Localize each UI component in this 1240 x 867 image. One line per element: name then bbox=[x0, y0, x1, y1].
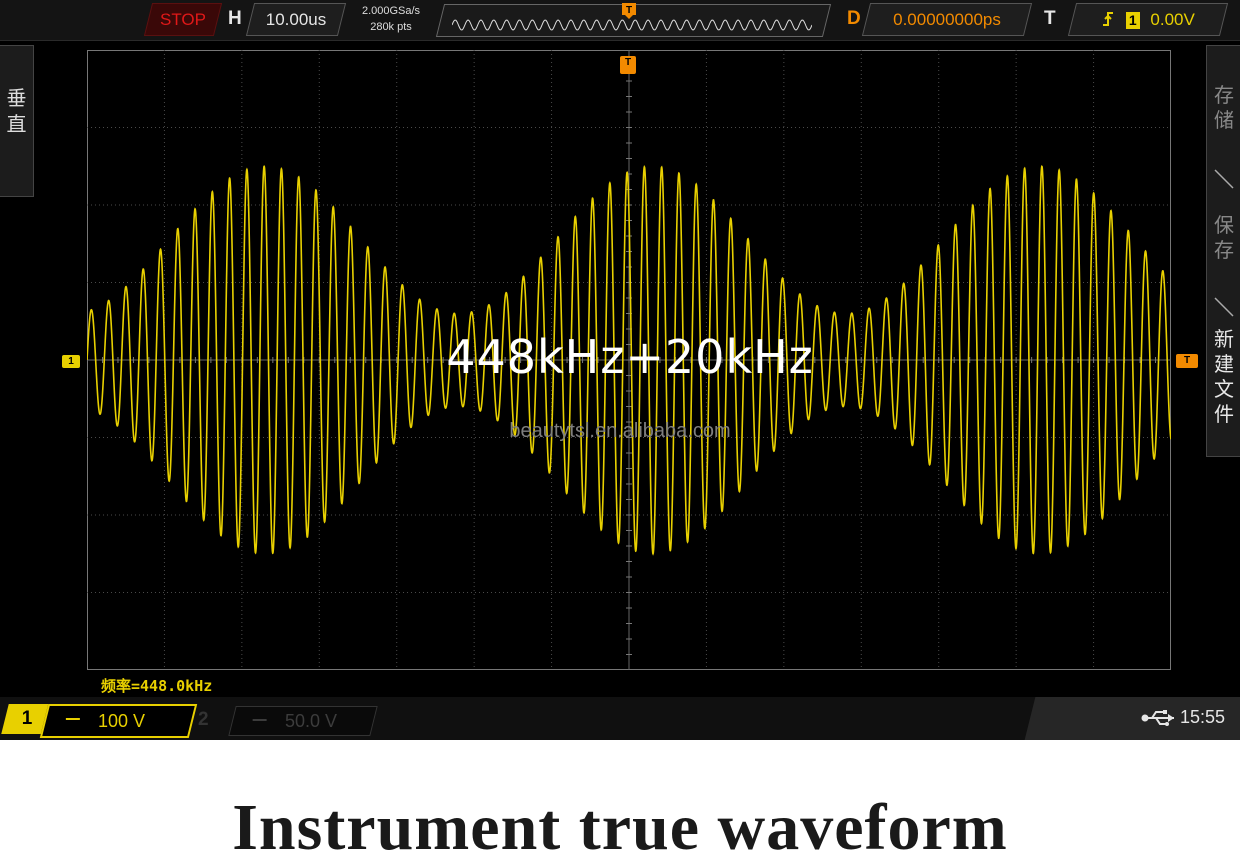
bottom-status-bar: 1 100 V 2 50.0 V 15:55 bbox=[0, 697, 1240, 740]
delay-label: D bbox=[847, 8, 861, 29]
trigger-position-icon: T bbox=[622, 3, 636, 19]
memory-depth: 280k pts bbox=[370, 21, 412, 33]
frequency-measurement: 频率=448.0kHz bbox=[101, 677, 213, 695]
run-state-label: STOP bbox=[160, 10, 206, 29]
timebase-field[interactable]: 10.00us bbox=[245, 3, 347, 36]
clock: 15:55 bbox=[1180, 707, 1226, 727]
menu-item-storage[interactable]: 存储 bbox=[1207, 84, 1240, 134]
top-status-bar: STOP H 10.00us 2.000GSa/s 280k pts T D 0… bbox=[0, 0, 1240, 41]
sample-rate: 2.000GSa/s bbox=[361, 5, 421, 17]
watermark: beautytsl.en.alibaba.com bbox=[509, 420, 731, 442]
menu-item-storage-label: 存储 bbox=[1214, 85, 1234, 132]
trigger-label: T bbox=[1044, 8, 1056, 29]
dc-coupling-icon bbox=[252, 719, 267, 726]
channel2-scale: 50.0 V bbox=[285, 711, 338, 731]
channel1-scale-field[interactable]: 100 V bbox=[39, 704, 198, 738]
delay-value: 0.00000000ps bbox=[893, 10, 1001, 29]
usb-icon bbox=[1141, 710, 1174, 726]
acquisition-info: 2.000GSa/s 280k pts bbox=[352, 3, 430, 35]
memory-overview-waveform bbox=[452, 19, 812, 31]
channel2-number: 2 bbox=[198, 709, 209, 730]
separator-line bbox=[1214, 297, 1234, 317]
oscilloscope-screen: STOP H 10.00us 2.000GSa/s 280k pts T D 0… bbox=[0, 0, 1240, 740]
trigger-position-marker[interactable]: T bbox=[620, 56, 636, 74]
dc-coupling-icon bbox=[65, 718, 80, 725]
rising-edge-icon bbox=[1103, 12, 1114, 26]
trigger-source-badge: 1 bbox=[1125, 12, 1140, 29]
separator-line bbox=[1214, 169, 1234, 189]
right-softkey-panel: 存储 保存 新建文件 bbox=[1206, 45, 1240, 457]
channel2-button[interactable]: 2 bbox=[198, 706, 228, 733]
vertical-menu-tab[interactable]: 垂直 bbox=[0, 45, 34, 197]
run-stop-button[interactable]: STOP bbox=[143, 3, 223, 36]
trigger-field[interactable]: 1 0.00V bbox=[1067, 3, 1229, 36]
caption: Instrument true waveform bbox=[232, 791, 1008, 864]
menu-item-save[interactable]: 保存 bbox=[1207, 214, 1240, 264]
delay-field[interactable]: 0.00000000ps bbox=[861, 3, 1033, 36]
trigger-level-value: 0.00V bbox=[1150, 10, 1195, 29]
timebase-value: 10.00us bbox=[265, 10, 327, 29]
horizontal-label: H bbox=[228, 8, 242, 29]
vertical-tab-label: 垂直 bbox=[6, 88, 27, 136]
memory-overview-trace bbox=[452, 19, 812, 31]
channel2-scale-field[interactable]: 50.0 V bbox=[228, 706, 378, 736]
frequency-overlay-label: 448kHz+20kHz bbox=[446, 330, 814, 384]
svg-text:T: T bbox=[626, 5, 632, 16]
menu-item-save-label: 保存 bbox=[1214, 215, 1234, 262]
trigger-field-inner: 1 0.00V bbox=[1073, 4, 1223, 35]
channel1-scale: 100 V bbox=[98, 711, 146, 731]
